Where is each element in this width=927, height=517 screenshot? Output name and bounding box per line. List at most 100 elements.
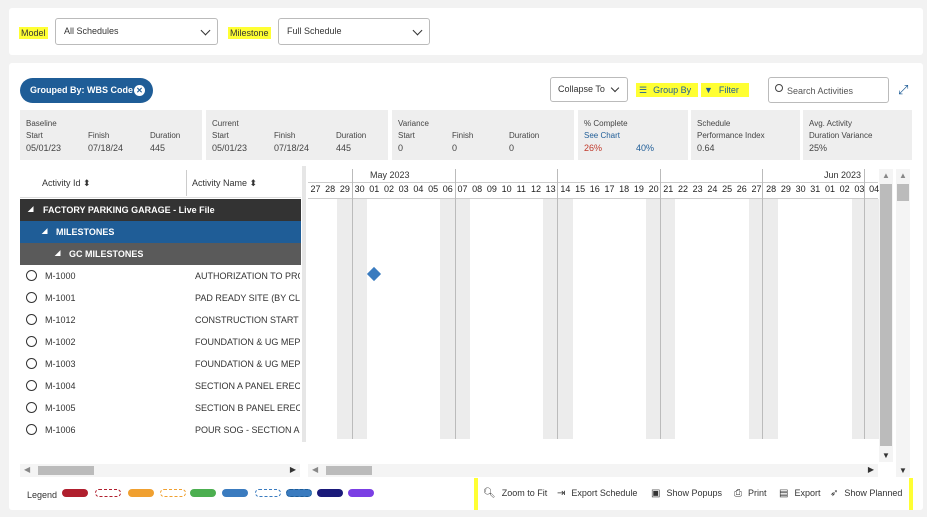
row-select-radio[interactable]	[26, 402, 37, 413]
zoom-icon: 🔍︎	[483, 488, 496, 499]
row-select-radio[interactable]	[26, 358, 37, 369]
row-select-radio[interactable]	[26, 292, 37, 303]
grid-hscrollbar[interactable]: ◀ ▶	[20, 464, 300, 477]
gantt-hscrollbar[interactable]: ◀ ▶	[308, 464, 878, 477]
legend-swatch	[62, 489, 88, 497]
timeline-day-label: 18	[619, 184, 630, 194]
col-activity-name[interactable]: Activity Name ⬍	[192, 178, 257, 189]
baseline-card: Baseline Start Finish Duration 05/01/23 …	[20, 110, 202, 160]
scroll-left-icon[interactable]: ◀	[312, 465, 318, 474]
activity-name: FOUNDATION & UG MEP	[195, 359, 300, 369]
scroll-down-icon[interactable]: ▼	[882, 451, 890, 460]
timeline-day-label: 27	[310, 184, 321, 194]
group-row-project[interactable]: ◢ FACTORY PARKING GARAGE - Live File	[20, 199, 301, 221]
search-input[interactable]: Search Activities	[768, 77, 889, 103]
variance-start: 0	[398, 143, 404, 153]
export-schedule-button[interactable]: ⇥ Export Schedule	[557, 488, 637, 499]
export-button[interactable]: ▤ Export	[779, 488, 820, 499]
group-row-gc-milestones[interactable]: ◢ GC MILESTONES	[20, 243, 301, 265]
timeline-day-label: 26	[736, 184, 747, 194]
row-select-radio[interactable]	[26, 270, 37, 281]
export-icon: ▤	[779, 488, 789, 499]
show-popups-button[interactable]: ▣ Show Popups	[651, 488, 722, 499]
table-row[interactable]: M-1012 CONSTRUCTION START	[20, 309, 301, 331]
page-vscrollbar[interactable]: ▲ ▼	[896, 169, 910, 477]
filter-button[interactable]: ▼ Filter	[701, 83, 749, 97]
activity-id: M-1012	[45, 315, 76, 325]
row-select-radio[interactable]	[26, 336, 37, 347]
weekend-shade	[763, 199, 779, 439]
timeline-day-label: 20	[648, 184, 659, 194]
group-by-button[interactable]: ☰ Group By	[636, 83, 698, 97]
current-duration: 445	[336, 143, 352, 153]
milestone-select[interactable]: Full Schedule	[278, 18, 430, 45]
timeline-rule	[308, 182, 878, 183]
timeline-day-label: 10	[501, 184, 512, 194]
col-activity-id[interactable]: Activity Id ⬍	[42, 178, 91, 189]
legend-swatch	[160, 489, 186, 497]
scroll-thumb[interactable]	[326, 466, 372, 475]
scroll-right-icon[interactable]: ▶	[290, 465, 296, 474]
scroll-thumb[interactable]	[38, 466, 94, 475]
table-row[interactable]: M-1005 SECTION B PANEL ERECTI	[20, 397, 301, 419]
table-row[interactable]: M-1002 FOUNDATION & UG MEP	[20, 331, 301, 353]
grouped-by-chip[interactable]: Grouped By: WBS Code ✕	[20, 78, 153, 103]
week-line	[762, 169, 763, 439]
chevron-down-icon	[412, 25, 423, 36]
see-chart-link[interactable]: See Chart	[584, 131, 620, 140]
gantt-vscrollbar[interactable]: ▲ ▼	[879, 169, 893, 462]
week-line	[557, 169, 558, 439]
legend-label: Legend	[27, 490, 58, 500]
sort-icon: ⬍	[249, 178, 258, 188]
timeline-day-label: 16	[589, 184, 600, 194]
timeline-day-label: 30	[795, 184, 806, 194]
legend-swatch	[222, 489, 248, 497]
scroll-right-icon[interactable]: ▶	[868, 465, 874, 474]
scroll-thumb[interactable]	[897, 184, 909, 201]
current-start: 05/01/23	[212, 143, 248, 153]
weekend-shade	[455, 199, 470, 439]
close-icon[interactable]: ✕	[134, 85, 145, 96]
timeline-day-label: 01	[824, 184, 835, 194]
collapse-triangle-icon: ◢	[55, 250, 61, 257]
export-file-icon: ⇥	[557, 488, 566, 499]
legend-swatch	[255, 489, 281, 497]
model-select[interactable]: All Schedules	[55, 18, 218, 45]
timeline-day-label: 14	[560, 184, 571, 194]
row-select-radio[interactable]	[26, 380, 37, 391]
timeline-day-label: 09	[486, 184, 497, 194]
week-line	[455, 169, 456, 439]
sort-icon: ⬍	[83, 178, 91, 188]
table-row[interactable]: M-1001 PAD READY SITE (BY CLIE	[20, 287, 301, 309]
timeline-day-label: 08	[472, 184, 483, 194]
collapse-to-button[interactable]: Collapse To	[550, 77, 628, 102]
scroll-down-icon[interactable]: ▼	[899, 466, 907, 475]
week-line	[864, 169, 865, 439]
activity-name: SECTION A PANEL ERECTI	[195, 381, 300, 391]
activity-name: PAD READY SITE (BY CLIE	[195, 293, 300, 303]
weekend-shade	[543, 199, 558, 439]
row-select-radio[interactable]	[26, 314, 37, 325]
activity-id: M-1006	[45, 425, 76, 435]
expand-icon[interactable]: ⤢	[898, 83, 908, 97]
weekend-shade	[440, 199, 455, 439]
table-row[interactable]: M-1004 SECTION A PANEL ERECTI	[20, 375, 301, 397]
scroll-thumb[interactable]	[880, 184, 892, 446]
scroll-up-icon[interactable]: ▲	[899, 171, 907, 180]
timeline-divider[interactable]	[302, 166, 306, 442]
zoom-to-fit-button[interactable]: 🔍︎ Zoom to Fit	[483, 488, 547, 499]
pct-planned: 40%	[636, 143, 655, 153]
print-button[interactable]: ⎙ Print	[734, 488, 767, 499]
timeline-rule	[308, 198, 878, 199]
show-planned-button[interactable]: ➶ Show Planned	[830, 488, 902, 499]
variance-finish: 0	[452, 143, 458, 153]
timeline-day-label: 17	[604, 184, 615, 194]
table-row[interactable]: M-1006 POUR SOG - SECTION A C	[20, 419, 301, 441]
table-row[interactable]: M-1003 FOUNDATION & UG MEP	[20, 353, 301, 375]
scroll-up-icon[interactable]: ▲	[882, 171, 890, 180]
row-select-radio[interactable]	[26, 424, 37, 435]
table-row[interactable]: M-1000 AUTHORIZATION TO PRO	[20, 265, 301, 287]
group-row-milestones[interactable]: ◢ MILESTONES	[20, 221, 301, 243]
timeline-day-label: 12	[530, 184, 541, 194]
scroll-left-icon[interactable]: ◀	[24, 465, 30, 474]
